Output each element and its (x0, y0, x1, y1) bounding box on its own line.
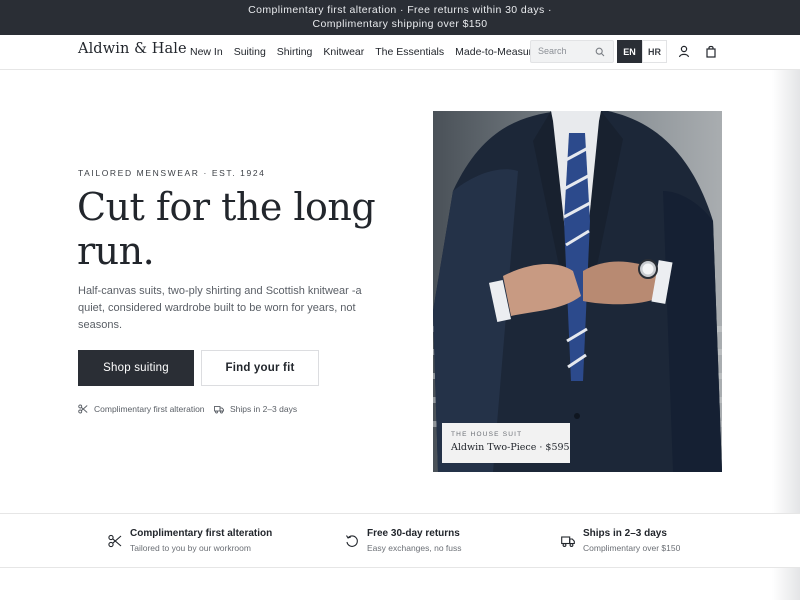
perk-shipping-label: Ships in 2–3 days (230, 404, 298, 414)
nav-item-new-in[interactable]: New In (190, 46, 223, 58)
feature-alteration-subtitle: Tailored to you by our workroom (130, 543, 251, 553)
nav-item-shirting[interactable]: Shirting (277, 46, 313, 58)
nav-item-knitwear[interactable]: Knitwear (323, 46, 364, 58)
features-strip: Complimentary first alteration Tailored … (0, 513, 800, 568)
feature-shipping-subtitle: Complimentary over $150 (583, 543, 681, 553)
truck-icon (214, 406, 224, 414)
shopping-bag-icon[interactable] (705, 45, 717, 58)
search-icon[interactable] (595, 47, 605, 57)
announcement-bar: Complimentary first alteration · Free re… (0, 0, 800, 35)
hero-description: Half-canvas suits, two-ply shirting and … (78, 285, 362, 331)
site-header: Aldwin & Hale New In Suiting Shirting Kn… (0, 35, 800, 70)
nav-item-suiting[interactable]: Suiting (234, 46, 266, 58)
perk-alteration: Complimentary first alteration (78, 404, 205, 414)
nav-item-made-to-measure[interactable]: Made-to-Measure (455, 46, 538, 58)
brand-logo[interactable]: Aldwin & Hale (78, 41, 187, 57)
suit-photo-illustration (433, 111, 722, 472)
feature-shipping-title: Ships in 2–3 days (583, 528, 667, 539)
perk-alteration-label: Complimentary first alteration (94, 404, 205, 414)
truck-icon (561, 536, 575, 547)
return-icon (346, 535, 358, 547)
announcement-text: Complimentary first alteration · Free re… (248, 4, 552, 30)
perk-shipping: Ships in 2–3 days (214, 404, 297, 414)
search-input[interactable] (538, 46, 593, 56)
hero-headline: Cut for the long run. (77, 185, 376, 273)
hero-image-caption[interactable]: THE HOUSE SUIT Aldwin Two-Piece · $595 (442, 423, 570, 463)
caption-overline: THE HOUSE SUIT (451, 431, 523, 438)
feature-alteration: Complimentary first alteration Tailored … (108, 528, 272, 553)
scissors-icon (78, 404, 88, 414)
caption-product-name: Aldwin Two-Piece · $595 (451, 442, 570, 453)
language-hr-button[interactable]: HR (642, 40, 667, 63)
language-en-button[interactable]: EN (617, 40, 642, 63)
hero-eyebrow: TAILORED MENSWEAR · EST. 1924 (78, 168, 266, 178)
feature-returns: Free 30-day returns Easy exchanges, no f… (345, 528, 462, 553)
scissors-icon (108, 534, 122, 548)
account-icon[interactable] (678, 45, 690, 58)
feature-shipping: Ships in 2–3 days Complimentary over $15… (561, 528, 680, 553)
search-box (530, 40, 614, 63)
nav-item-the-essentials[interactable]: The Essentials (375, 46, 444, 58)
feature-returns-title: Free 30-day returns (367, 528, 460, 539)
feature-returns-subtitle: Easy exchanges, no fuss (367, 543, 462, 553)
hero-product-image[interactable] (433, 111, 722, 472)
feature-alteration-title: Complimentary first alteration (130, 528, 273, 539)
main-nav: New In Suiting Shirting Knitwear The Ess… (190, 46, 549, 58)
shop-suiting-button[interactable]: Shop suiting (78, 350, 194, 386)
find-your-fit-button[interactable]: Find your fit (201, 350, 319, 386)
